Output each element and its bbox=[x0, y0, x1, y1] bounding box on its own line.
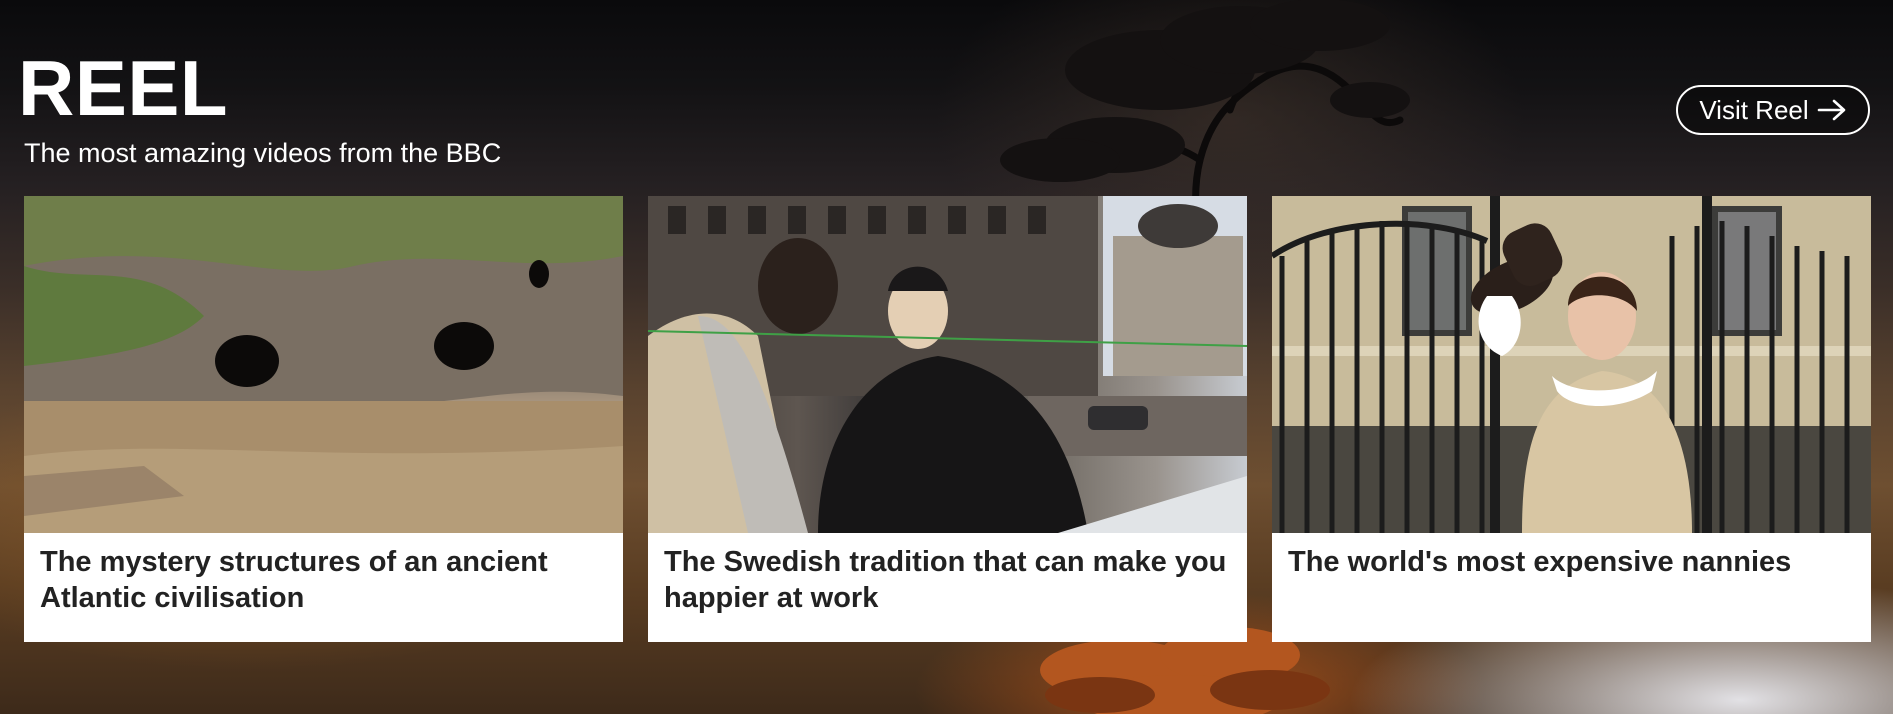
video-card[interactable]: The mystery structures of an ancient Atl… bbox=[24, 196, 623, 642]
visit-reel-label: Visit Reel bbox=[1699, 94, 1809, 125]
video-card-title: The Swedish tradition that can make you … bbox=[664, 546, 1227, 614]
video-card[interactable]: The Swedish tradition that can make you … bbox=[648, 196, 1247, 642]
reel-subtitle: The most amazing videos from the BBC bbox=[24, 138, 502, 168]
video-card[interactable]: The world's most expensive nannies bbox=[1272, 196, 1871, 642]
visit-reel-button[interactable]: Visit Reel bbox=[1676, 85, 1870, 135]
reel-header: REEL The most amazing videos from the BB… bbox=[0, 0, 1893, 190]
reel-title: REEL bbox=[18, 44, 229, 132]
arrow-right-icon bbox=[1817, 99, 1845, 121]
video-card-list: The mystery structures of an ancient Atl… bbox=[24, 196, 1872, 642]
video-card-title: The mystery structures of an ancient Atl… bbox=[40, 546, 548, 614]
video-card-title: The world's most expensive nannies bbox=[1288, 546, 1792, 578]
reel-section: REEL The most amazing videos from the BB… bbox=[0, 0, 1893, 714]
